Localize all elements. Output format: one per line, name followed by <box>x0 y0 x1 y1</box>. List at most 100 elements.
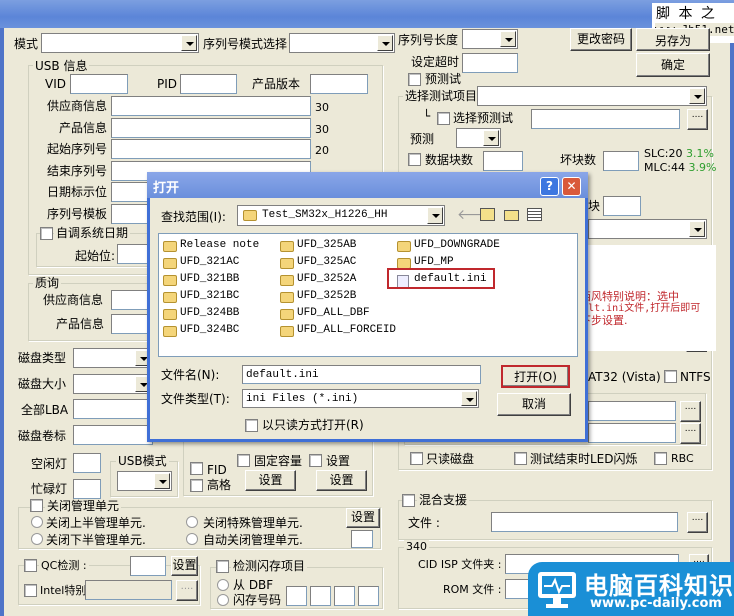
version-input[interactable] <box>310 74 368 94</box>
up-folder-icon[interactable] <box>480 208 495 221</box>
cancel-button[interactable]: 取消 <box>497 393 571 416</box>
folder-item[interactable]: UFD_DOWNGRADE <box>414 239 500 251</box>
timeout-input[interactable] <box>462 53 518 73</box>
total-lba-input[interactable] <box>73 399 153 419</box>
folder-item[interactable]: UFD_ALL_FORCEID <box>297 324 396 336</box>
flash-check-checkbox[interactable] <box>216 560 229 573</box>
change-password-button[interactable]: 更改密码 <box>570 28 632 51</box>
pid-input[interactable] <box>180 74 237 94</box>
upper-mgmt-radio[interactable] <box>31 516 43 528</box>
folder-item[interactable]: UFD_321BB <box>180 273 239 285</box>
block-combo[interactable] <box>588 219 707 239</box>
led-blink-checkbox[interactable] <box>514 452 527 465</box>
fixed-capacity-checkbox[interactable] <box>237 454 250 467</box>
idle-led-input[interactable] <box>73 453 101 473</box>
auto-mgmt-radio[interactable] <box>186 533 198 545</box>
fixed-capacity-set-button[interactable]: 设置 <box>245 470 296 491</box>
pre-select-browse-button[interactable]: .... <box>687 109 708 130</box>
intel-checkbox[interactable] <box>24 584 37 597</box>
pretest-checkbox[interactable] <box>408 73 421 86</box>
path-input-2[interactable] <box>588 423 676 443</box>
disk-size-combo[interactable] <box>73 374 153 394</box>
data-blocks-checkbox[interactable] <box>408 153 421 166</box>
format-checkbox[interactable] <box>190 479 203 492</box>
qc-set-button[interactable]: 设置 <box>171 556 198 576</box>
usb-mode-combo[interactable] <box>117 471 172 491</box>
folder-item[interactable]: Release note <box>180 239 259 251</box>
predict-combo[interactable] <box>456 128 501 148</box>
file-list[interactable]: Release note UFD_325AB UFD_DOWNGRADE UFD_32… <box>158 233 578 357</box>
busy-led-input[interactable] <box>73 479 101 499</box>
folder-item[interactable]: UFD_324BB <box>180 307 239 319</box>
qc-input[interactable] <box>130 556 166 576</box>
flash-id-input-4[interactable] <box>358 586 379 606</box>
auto-date-checkbox[interactable] <box>40 227 53 240</box>
lower-mgmt-radio[interactable] <box>31 533 43 545</box>
fixed-capacity-label: 固定容量 <box>252 454 305 468</box>
special-mgmt-radio[interactable] <box>186 516 198 528</box>
data-blocks-input[interactable] <box>483 151 523 171</box>
mixed-checkbox[interactable] <box>402 494 415 507</box>
set-button[interactable]: 设置 <box>316 470 367 491</box>
volume-label-input[interactable] <box>73 425 153 445</box>
flash-id-radio[interactable] <box>217 594 229 606</box>
readonly-disk-checkbox[interactable] <box>410 452 423 465</box>
folder-item[interactable]: UFD_325AC <box>297 256 356 268</box>
flash-id-input-3[interactable] <box>334 586 355 606</box>
mgmt-input[interactable] <box>351 530 373 548</box>
readonly-open-checkbox[interactable] <box>245 419 258 432</box>
filetype-combo[interactable]: ini Files (*.ini) <box>242 389 479 408</box>
fid-checkbox[interactable] <box>190 462 203 475</box>
pre-select-input[interactable] <box>531 109 680 129</box>
folder-icon <box>163 258 177 269</box>
help-button[interactable]: ? <box>540 177 559 196</box>
rbc-checkbox[interactable] <box>654 452 667 465</box>
save-as-button[interactable]: 另存为 <box>636 28 710 51</box>
inquiry-vendor-input[interactable] <box>111 290 151 310</box>
look-in-combo[interactable]: Test_SM32x_H1226_HH <box>237 205 445 226</box>
bad-blocks-input[interactable] <box>603 151 639 171</box>
mixed-browse-button[interactable]: .... <box>687 512 708 533</box>
intel-browse-button[interactable]: .... <box>176 580 198 601</box>
folder-item[interactable]: UFD_321BC <box>180 290 239 302</box>
ntfs-checkbox[interactable] <box>664 370 677 383</box>
flash-id-input-1[interactable] <box>286 586 307 606</box>
close-mgmt-checkbox[interactable] <box>30 499 43 512</box>
mode-combo[interactable] <box>41 33 199 53</box>
folder-item[interactable]: UFD_ALL_DBF <box>297 307 370 319</box>
vid-input[interactable] <box>70 74 128 94</box>
folder-item[interactable]: UFD_3252A <box>297 273 356 285</box>
open-button[interactable]: 打开(O) <box>501 365 570 388</box>
folder-item[interactable]: UFD_3252B <box>297 290 356 302</box>
intel-input[interactable] <box>85 580 172 600</box>
from-dbf-radio[interactable] <box>217 579 229 591</box>
pre-select-checkbox[interactable] <box>437 112 450 125</box>
block-input[interactable] <box>603 196 641 216</box>
usb-row-input[interactable] <box>111 117 311 138</box>
folder-item[interactable]: UFD_MP <box>414 256 454 268</box>
path-browse-button-1[interactable]: .... <box>680 401 701 422</box>
folder-item[interactable]: UFD_325AB <box>297 239 356 251</box>
path-browse-button-2[interactable]: .... <box>680 423 701 444</box>
new-folder-icon[interactable] <box>504 210 519 221</box>
folder-item[interactable]: UFD_324BC <box>180 324 239 336</box>
view-menu-icon[interactable] <box>527 208 542 221</box>
close-button[interactable]: ✕ <box>562 177 581 196</box>
usb-row-input[interactable] <box>111 139 311 159</box>
serial-mode-combo[interactable] <box>289 33 395 53</box>
flash-id-input-2[interactable] <box>310 586 331 606</box>
serial-length-combo[interactable] <box>462 29 518 49</box>
mgmt-set-button[interactable]: 设置 <box>346 508 380 528</box>
ok-button[interactable]: 确定 <box>636 53 710 77</box>
mixed-file-input[interactable] <box>491 512 678 532</box>
inquiry-product-input[interactable] <box>111 314 151 334</box>
qc-checkbox[interactable] <box>24 559 37 572</box>
test-select-combo[interactable] <box>477 86 707 106</box>
usb-row-input[interactable] <box>111 96 311 116</box>
set-checkbox[interactable] <box>309 454 322 467</box>
path-input-1[interactable] <box>588 401 676 421</box>
usb-row-label: 产品信息 <box>59 120 108 135</box>
folder-item[interactable]: UFD_321AC <box>180 256 239 268</box>
filename-input[interactable]: default.ini <box>242 365 481 384</box>
disk-type-combo[interactable] <box>73 348 153 368</box>
